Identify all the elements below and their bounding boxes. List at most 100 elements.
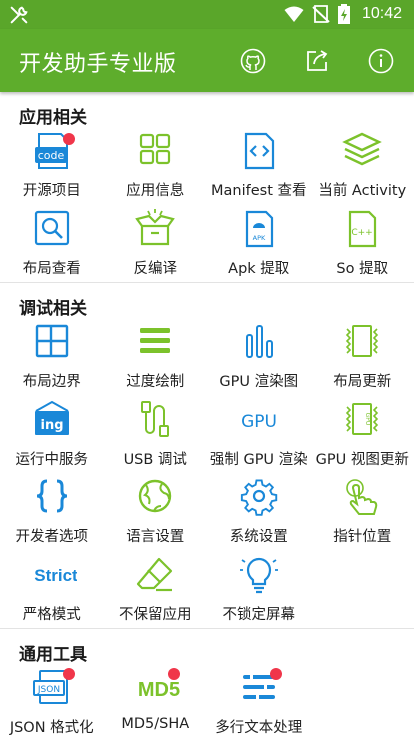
tool-language-settings[interactable]: 语言设置 <box>104 474 208 552</box>
tool-label: 开发者选项 <box>15 529 89 545</box>
tool-json-format[interactable]: JSON JSON 格式化 <box>0 665 104 736</box>
status-bar: 10:42 <box>0 0 414 29</box>
tool-layout-bounds[interactable]: 布局边界 <box>0 319 104 397</box>
tool-grid: code 开源项目 应用信息 Manifest 查看 当前 Activity 布… <box>0 128 414 283</box>
tool-grid: JSON JSON 格式化 MD5 MD5/SHA 多行文本处理 <box>0 665 414 736</box>
tool-label: Apk 提取 <box>228 260 290 277</box>
share-icon[interactable] <box>304 48 330 74</box>
box-decompile-icon <box>135 208 176 245</box>
tool-pointer-location[interactable]: 指针位置 <box>311 474 414 552</box>
tool-dont-keep-activities[interactable]: 不保留应用 <box>104 552 208 630</box>
tool-grid: 布局边界 过度绘制 GPU 渲染图 布局更新 ing 运行中服务 USB 调试 … <box>0 319 414 629</box>
tool-running-services[interactable]: ing 运行中服务 <box>0 397 104 475</box>
info-icon[interactable] <box>368 48 394 74</box>
tool-label: Manifest 查看 <box>211 183 307 199</box>
tool-app-info[interactable]: 应用信息 <box>104 128 208 206</box>
new-badge <box>167 668 180 680</box>
tool-label: So 提取 <box>336 260 389 277</box>
battery-charging-icon <box>337 4 350 24</box>
tool-label: 当前 Activity <box>318 183 407 199</box>
tool-label: 过度绘制 <box>126 374 185 390</box>
new-badge <box>270 668 282 680</box>
running-services-icon: ing <box>34 400 69 435</box>
svg-text:MD5: MD5 <box>138 679 180 701</box>
eraser-icon <box>137 557 173 591</box>
tool-label: 强制 GPU 渲染 <box>209 451 308 468</box>
tool-stay-awake[interactable]: 不锁定屏幕 <box>207 552 311 630</box>
tool-label: 反编译 <box>133 260 178 277</box>
section-tools: 通用工具 JSON JSON 格式化 MD5 MD5/SHA 多行文本处理 <box>0 629 414 736</box>
tool-label: JSON 格式化 <box>9 720 94 736</box>
no-sim-icon <box>312 5 330 23</box>
strict-icon: Strict <box>34 566 77 585</box>
tool-force-gpu-render[interactable]: GPU 强制 GPU 渲染 <box>207 397 311 475</box>
tool-system-settings[interactable]: 系统设置 <box>207 474 311 552</box>
tool-multiline-text[interactable]: 多行文本处理 <box>207 665 311 736</box>
layout-search-icon <box>34 210 69 245</box>
tool-label: 不锁定屏幕 <box>222 606 296 623</box>
section-app: 应用相关 code 开源项目 应用信息 Manifest 查看 当前 Activ… <box>0 92 414 283</box>
overdraw-icon <box>140 328 171 353</box>
tool-label: 布局边界 <box>22 374 81 390</box>
pointer-hand-icon <box>346 479 378 515</box>
tool-manifest[interactable]: Manifest 查看 <box>207 128 311 206</box>
tool-label: 严格模式 <box>22 606 81 623</box>
svg-text:JSON: JSON <box>37 685 60 695</box>
svg-text:C++: C++ <box>352 228 373 238</box>
page-title: 开发助手专业版 <box>19 52 177 77</box>
wifi-icon <box>284 6 304 22</box>
globe-icon <box>139 479 172 513</box>
tool-label: 语言设置 <box>126 529 185 545</box>
tools-icon <box>10 6 28 24</box>
tool-gpu-render-graph[interactable]: GPU 渲染图 <box>207 319 311 397</box>
grid-icon <box>140 133 171 165</box>
section-title: 调试相关 <box>19 299 87 319</box>
apk-file-icon: APK <box>245 210 273 247</box>
github-icon[interactable] <box>240 48 266 74</box>
layers-icon <box>342 132 383 166</box>
layout-bounds-icon <box>35 324 68 358</box>
tool-label: 应用信息 <box>126 183 185 199</box>
tool-strict-mode[interactable]: Strict 严格模式 <box>0 552 104 630</box>
tool-open-source[interactable]: code 开源项目 <box>0 128 104 206</box>
tool-label: MD5/SHA <box>121 716 190 732</box>
tool-md5-sha[interactable]: MD5 MD5/SHA <box>104 665 208 736</box>
tool-usb-debug[interactable]: USB 调试 <box>104 397 208 475</box>
tool-label: 不保留应用 <box>119 606 192 623</box>
tool-overdraw[interactable]: 过度绘制 <box>104 319 208 397</box>
svg-text:Strict: Strict <box>34 566 77 585</box>
tool-label: 运行中服务 <box>15 451 89 468</box>
gpu-chip-icon: GPU <box>346 402 379 435</box>
svg-text:ing: ing <box>40 418 63 433</box>
tool-decompile[interactable]: 反编译 <box>104 206 208 284</box>
new-badge <box>63 133 75 145</box>
lightbulb-icon <box>239 557 278 593</box>
tool-label: USB 调试 <box>123 451 187 468</box>
tool-label: GPU 渲染图 <box>219 374 299 390</box>
svg-text:GPU: GPU <box>241 412 277 432</box>
section-debug: 调试相关 布局边界 过度绘制 GPU 渲染图 布局更新 ing 运行中服务 US… <box>0 283 414 629</box>
tool-label: 开源项目 <box>22 183 81 199</box>
section-title: 通用工具 <box>19 645 87 665</box>
svg-text:GPU: GPU <box>364 412 371 425</box>
tool-layout-update[interactable]: 布局更新 <box>311 319 414 397</box>
tool-label: 布局查看 <box>22 260 81 277</box>
tool-current-activity[interactable]: 当前 Activity <box>311 128 414 206</box>
tool-label: 布局更新 <box>333 374 392 390</box>
gpu-text-icon: GPU <box>241 412 277 432</box>
layout-update-icon <box>346 325 379 357</box>
svg-text:code: code <box>37 149 64 162</box>
tool-so-extract[interactable]: C++ So 提取 <box>311 206 414 284</box>
tool-label: 系统设置 <box>229 529 288 545</box>
manifest-file-icon <box>244 132 274 170</box>
tool-label: 多行文本处理 <box>215 720 303 736</box>
tool-layout-view[interactable]: 布局查看 <box>0 206 104 284</box>
tool-apk-extract[interactable]: APK Apk 提取 <box>207 206 311 284</box>
tool-label: 指针位置 <box>333 529 392 545</box>
new-badge <box>63 668 75 680</box>
braces-icon <box>36 479 67 513</box>
tool-developer-options[interactable]: 开发者选项 <box>0 474 104 552</box>
main-content: 应用相关 code 开源项目 应用信息 Manifest 查看 当前 Activ… <box>0 92 414 736</box>
tool-label: GPU 视图更新 <box>315 451 409 468</box>
tool-gpu-view-update[interactable]: GPU GPU 视图更新 <box>311 397 414 475</box>
